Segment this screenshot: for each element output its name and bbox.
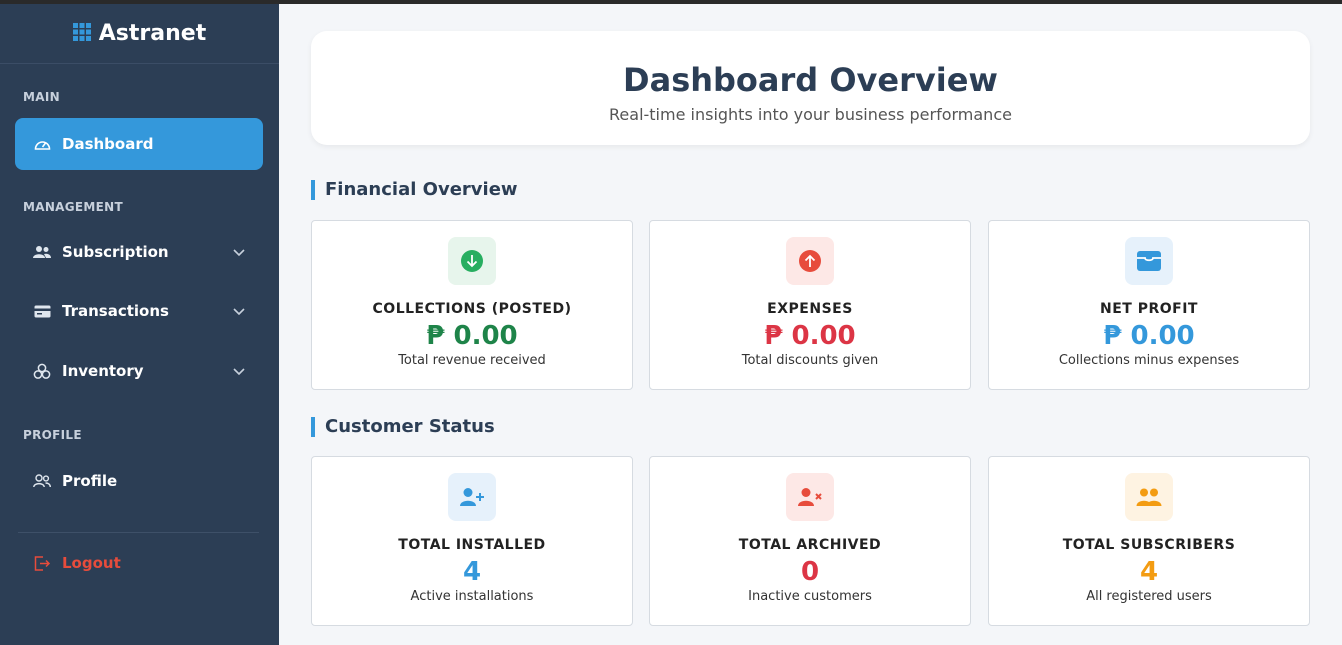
sidebar-item-label: Subscription xyxy=(62,243,169,261)
brand[interactable]: Astranet xyxy=(0,4,279,64)
card-label: COLLECTIONS (POSTED) xyxy=(372,301,572,317)
card-value: 4 xyxy=(462,557,482,587)
users-group-icon xyxy=(1125,473,1173,521)
card-label: NET PROFIT xyxy=(1100,301,1198,317)
card-description: All registered users xyxy=(1086,589,1212,604)
customer-status-title: Customer Status xyxy=(311,417,495,437)
card-description: Total discounts given xyxy=(741,353,879,368)
main-content: Dashboard Overview Real-time insights in… xyxy=(279,4,1342,645)
users-icon xyxy=(33,243,51,261)
section-label-management: MANAGEMENT xyxy=(23,200,123,214)
arrow-up-circle-icon xyxy=(786,237,834,285)
section-label-main: MAIN xyxy=(23,90,60,104)
sidebar-divider xyxy=(18,532,259,533)
card-label: EXPENSES xyxy=(767,301,853,317)
grid-icon xyxy=(72,22,91,45)
card-value: ₱ 0.00 xyxy=(426,321,518,351)
user-plus-icon xyxy=(448,473,496,521)
financial-overview-title: Financial Overview xyxy=(311,180,518,200)
sidebar-item-profile[interactable]: Profile xyxy=(15,455,263,507)
wallet-icon xyxy=(1125,237,1173,285)
credit-card-icon xyxy=(33,302,51,320)
chevron-down-icon xyxy=(231,303,247,319)
card-description: Collections minus expenses xyxy=(1058,353,1240,368)
sidebar-item-label: Transactions xyxy=(62,302,169,320)
page-title: Dashboard Overview xyxy=(623,61,998,99)
sidebar-item-transactions[interactable]: Transactions xyxy=(15,285,263,337)
total-subscribers-card: TOTAL SUBSCRIBERS 4 All registered users xyxy=(988,456,1310,626)
header-card: Dashboard Overview Real-time insights in… xyxy=(311,31,1310,145)
sidebar-item-inventory[interactable]: Inventory xyxy=(15,345,263,397)
net-profit-card: NET PROFIT ₱ 0.00 Collections minus expe… xyxy=(988,220,1310,390)
section-label-profile: PROFILE xyxy=(23,428,82,442)
card-description: Inactive customers xyxy=(748,589,872,604)
card-label: TOTAL ARCHIVED xyxy=(738,537,882,553)
collections-card: COLLECTIONS (POSTED) ₱ 0.00 Total revenu… xyxy=(311,220,633,390)
card-description: Active installations xyxy=(410,589,534,604)
user-x-icon xyxy=(786,473,834,521)
expenses-card: EXPENSES ₱ 0.00 Total discounts given xyxy=(649,220,971,390)
card-description: Total revenue received xyxy=(398,353,546,368)
chevron-down-icon xyxy=(231,244,247,260)
arrow-down-circle-icon xyxy=(448,237,496,285)
sidebar: Astranet MAIN Dashboard MANAGEMENT Subsc… xyxy=(0,4,279,645)
card-value: 4 xyxy=(1139,557,1159,587)
sidebar-item-label: Inventory xyxy=(62,362,144,380)
card-label: TOTAL INSTALLED xyxy=(398,537,546,553)
card-value: 0 xyxy=(800,557,820,587)
logout-button[interactable]: Logout xyxy=(15,537,263,589)
card-value: ₱ 0.00 xyxy=(764,321,856,351)
logout-label: Logout xyxy=(62,554,121,572)
sidebar-item-subscription[interactable]: Subscription xyxy=(15,226,263,278)
total-installed-card: TOTAL INSTALLED 4 Active installations xyxy=(311,456,633,626)
logout-icon xyxy=(33,554,51,572)
user-group-icon xyxy=(33,472,51,490)
sidebar-item-label: Profile xyxy=(62,472,118,490)
chevron-down-icon xyxy=(231,363,247,379)
boxes-icon xyxy=(33,362,51,380)
page-subtitle: Real-time insights into your business pe… xyxy=(609,105,1012,124)
total-archived-card: TOTAL ARCHIVED 0 Inactive customers xyxy=(649,456,971,626)
gauge-icon xyxy=(33,135,51,153)
brand-name: Astranet xyxy=(98,21,207,46)
sidebar-item-label: Dashboard xyxy=(62,135,154,153)
card-label: TOTAL SUBSCRIBERS xyxy=(1062,537,1236,553)
sidebar-item-dashboard[interactable]: Dashboard xyxy=(15,118,263,170)
card-value: ₱ 0.00 xyxy=(1103,321,1195,351)
